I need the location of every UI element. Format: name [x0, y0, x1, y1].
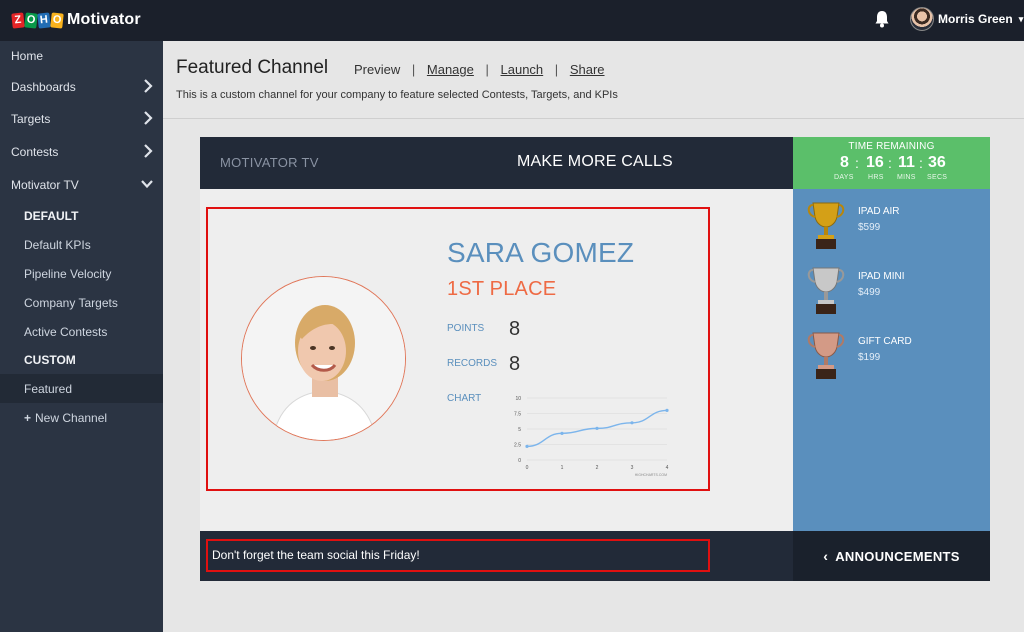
sidebar-item-motivator-tv[interactable]: Motivator TV — [0, 170, 163, 199]
share-link[interactable]: Share — [570, 62, 605, 77]
sidebar-item-label: Dashboards — [11, 79, 76, 94]
new-channel-text: New Channel — [35, 410, 108, 425]
sidebar-item-label: CUSTOM — [24, 352, 76, 367]
new-channel-label: + New Channel — [0, 411, 107, 425]
board-title: MAKE MORE CALLS — [517, 153, 673, 170]
zoho-logo: Z O H O — [11, 11, 64, 29]
trophy-bronze-icon — [807, 332, 845, 379]
app-logo[interactable]: Z O H O Motivator — [11, 10, 141, 30]
sidebar-item-label: DEFAULT — [24, 208, 79, 223]
preview-label: Preview — [354, 62, 401, 77]
motivator-tv-label: MOTIVATOR TV — [220, 155, 319, 170]
zoho-logo-letter: H — [37, 11, 51, 29]
separator: | — [411, 62, 416, 77]
highlight-box — [206, 539, 710, 572]
sidebar-item-dashboards[interactable]: Dashboards — [0, 72, 163, 101]
sidebar-item-pipeline-velocity[interactable]: Pipeline Velocity — [0, 259, 163, 288]
timer-title: TIME REMAINING — [848, 141, 935, 152]
sidebar-item-featured[interactable]: Featured — [0, 374, 163, 403]
sidebar-item-default-kpis[interactable]: Default KPIs — [0, 230, 163, 259]
prize-name: GIFT CARD — [858, 336, 912, 347]
timer-seconds: 36 — [928, 154, 946, 171]
sidebar-item-label: Default KPIs — [24, 237, 91, 252]
prizes-panel: IPAD AIR $599 IPAD MINI $499 GIFT CARD $… — [793, 189, 990, 531]
sidebar-item-label: Contests — [11, 144, 59, 159]
sidebar-item-label: Pipeline Velocity — [24, 266, 112, 281]
zoho-logo-letter: O — [24, 11, 38, 29]
timer-countdown: 8 : 16 : 11 : 36 — [793, 154, 990, 174]
timer-days: 8 — [840, 154, 849, 171]
separator: | — [554, 62, 559, 77]
timer-minutes: 11 — [898, 154, 915, 171]
timer-seconds-label: SECS — [927, 174, 948, 181]
board-header: MOTIVATOR TV MAKE MORE CALLS — [200, 137, 793, 189]
new-channel-button[interactable]: + New Channel — [0, 403, 163, 432]
prize-item: IPAD MINI $499 — [793, 264, 990, 320]
trophy-gold-icon — [807, 202, 845, 249]
chevron-right-icon — [144, 79, 153, 93]
channel-actions: Preview | Manage | Launch | Share — [354, 62, 605, 77]
prize-item: GIFT CARD $199 — [793, 329, 990, 385]
page-description: This is a custom channel for your compan… — [176, 89, 618, 101]
chevron-right-icon — [144, 111, 153, 125]
highlight-box — [206, 207, 710, 491]
launch-link[interactable]: Launch — [501, 62, 544, 77]
prize-price: $199 — [858, 352, 881, 363]
sidebar-item-company-targets[interactable]: Company Targets — [0, 288, 163, 317]
sidebar-item-label: Motivator TV — [11, 177, 79, 192]
trophy-silver-icon — [807, 267, 845, 314]
sidebar-item-active-contests[interactable]: Active Contests — [0, 317, 163, 346]
timer-colon: : — [888, 155, 892, 171]
top-bar: Z O H O Motivator Morris Green ▾ — [0, 0, 1024, 41]
sidebar-section-custom[interactable]: CUSTOM — [0, 345, 163, 374]
chevron-left-icon: ‹ — [823, 548, 829, 564]
zoho-logo-letter: O — [50, 11, 64, 29]
sidebar-item-label: Home — [11, 48, 44, 63]
sidebar-item-label: Active Contests — [24, 324, 108, 339]
prize-name: IPAD MINI — [858, 271, 905, 282]
announcements-label: ANNOUNCEMENTS — [835, 548, 960, 564]
timer-hours-label: HRS — [868, 174, 884, 181]
prize-price: $599 — [858, 222, 881, 233]
chevron-right-icon — [144, 144, 153, 158]
avatar — [910, 7, 934, 31]
bell-icon[interactable] — [874, 10, 890, 28]
sidebar-item-label: Company Targets — [24, 295, 118, 310]
prize-price: $499 — [858, 287, 881, 298]
timer-colon: : — [855, 155, 859, 171]
timer-minutes-label: MINS — [897, 174, 916, 181]
zoho-logo-letter: Z — [11, 11, 25, 29]
prize-item: IPAD AIR $599 — [793, 199, 990, 255]
user-name: Morris Green — [938, 12, 1013, 26]
page-title: Featured Channel — [176, 57, 329, 78]
sidebar-item-home[interactable]: Home — [0, 41, 163, 70]
timer-days-label: DAYS — [834, 174, 854, 181]
sidebar-section-default[interactable]: DEFAULT — [0, 201, 163, 230]
divider — [163, 118, 1024, 119]
sidebar-item-targets[interactable]: Targets — [0, 104, 163, 133]
manage-link[interactable]: Manage — [427, 62, 474, 77]
app-name: Motivator — [67, 11, 141, 28]
user-menu[interactable]: Morris Green ▾ — [910, 7, 1023, 31]
chevron-down-icon — [141, 180, 153, 189]
timer-hours: 16 — [866, 154, 884, 171]
sidebar-item-contests[interactable]: Contests — [0, 137, 163, 166]
sidebar-item-label: Targets — [11, 111, 51, 126]
time-remaining-panel: TIME REMAINING 8 : 16 : 11 : 36 DAYS HRS… — [793, 137, 990, 189]
sidebar-item-label: Featured — [24, 381, 73, 396]
prize-name: IPAD AIR — [858, 206, 900, 217]
timer-colon: : — [919, 155, 923, 171]
sidebar: Home Dashboards Targets Contests Motivat… — [0, 41, 163, 632]
separator: | — [485, 62, 489, 77]
announcements-button[interactable]: ‹ ANNOUNCEMENTS — [793, 531, 990, 581]
chevron-down-icon: ▾ — [1018, 13, 1024, 24]
plus-icon: + — [24, 410, 32, 425]
